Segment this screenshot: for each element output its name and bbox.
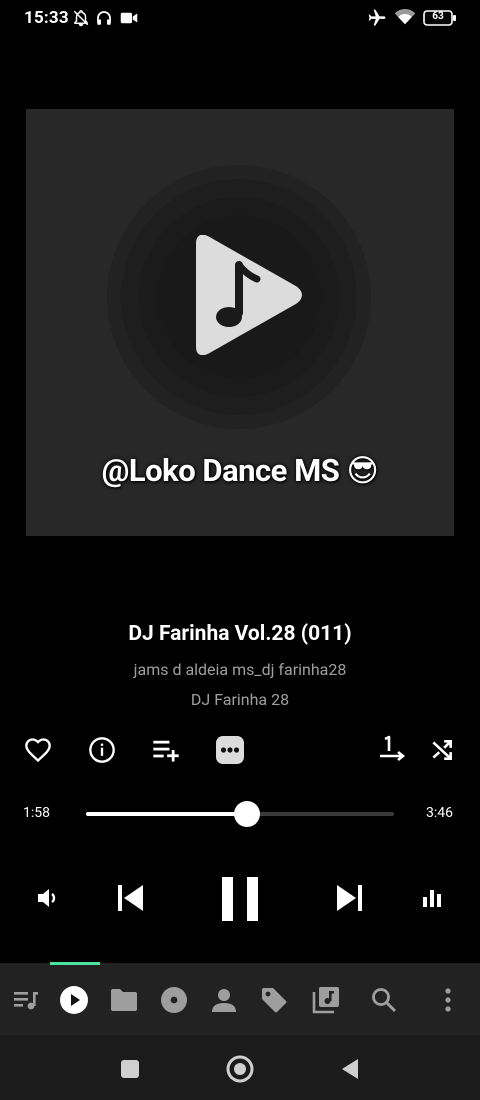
shuffle-icon (432, 740, 452, 760)
heart-icon (25, 738, 51, 763)
circle-icon (226, 1055, 254, 1083)
video-camera-icon (120, 10, 138, 26)
nav-folders[interactable] (106, 982, 142, 1018)
nav-albums[interactable] (156, 982, 192, 1018)
seek-bar-progress (86, 812, 247, 816)
track-album: DJ Farinha 28 (190, 690, 290, 709)
more-icon (216, 736, 244, 764)
repeat-one-icon (380, 735, 406, 762)
add-to-queue-icon (153, 740, 179, 762)
now-playing-icon (60, 986, 88, 1014)
queue-icon (14, 992, 38, 1010)
volume-icon (38, 889, 56, 907)
track-artist: jams d aldeia ms_dj farinha28 (133, 660, 347, 679)
volume-button[interactable] (32, 880, 64, 916)
square-icon (121, 1060, 139, 1078)
status-time: 15:33 (24, 8, 69, 28)
album-icon (161, 987, 187, 1013)
seek-bar-thumb[interactable] (233, 801, 260, 827)
home-button[interactable] (224, 1052, 256, 1086)
recents-button[interactable] (116, 1052, 144, 1086)
artist-icon (212, 989, 236, 1012)
pause-icon (222, 877, 258, 921)
seek-bar[interactable] (86, 801, 394, 827)
battery-level: 63 (432, 11, 444, 22)
search-icon (372, 988, 397, 1013)
total-time: 3:46 (426, 805, 453, 821)
elapsed-time: 1:58 (23, 805, 50, 821)
favorite-button[interactable] (20, 732, 56, 768)
album-art-caption: @Loko Dance MS 😎 (101, 452, 379, 489)
battery-icon: 63 (423, 10, 457, 26)
nav-overflow-menu[interactable] (430, 982, 466, 1018)
repeat-one-button[interactable] (374, 732, 410, 768)
back-button[interactable] (336, 1052, 364, 1086)
headphones-icon (95, 9, 113, 27)
shuffle-button[interactable] (424, 732, 460, 768)
active-tab-indicator (50, 962, 100, 965)
info-icon (89, 737, 115, 763)
nav-search[interactable] (366, 982, 402, 1018)
equalizer-button[interactable] (416, 880, 448, 916)
playlist-icon (312, 987, 339, 1014)
nav-playlists[interactable] (308, 982, 344, 1018)
overflow-menu-icon (445, 988, 451, 1012)
airplane-icon (366, 8, 388, 28)
nav-artists[interactable] (206, 982, 242, 1018)
back-triangle-icon (342, 1059, 358, 1079)
previous-icon (118, 885, 143, 911)
wifi-icon (394, 8, 416, 26)
nav-genres[interactable] (256, 982, 292, 1018)
tag-icon (262, 988, 287, 1013)
equalizer-icon (423, 890, 441, 907)
nav-now-playing[interactable] (56, 982, 92, 1018)
previous-button[interactable] (110, 876, 150, 920)
nav-queue[interactable] (8, 982, 44, 1018)
next-icon (337, 885, 362, 911)
track-title: DJ Farinha Vol.28 (011) (128, 622, 352, 646)
status-bar: 15:33 63 (0, 0, 480, 36)
pause-button[interactable] (214, 872, 266, 926)
add-to-queue-button[interactable] (148, 732, 184, 768)
music-play-icon (191, 235, 303, 355)
info-button[interactable] (84, 732, 120, 768)
folder-icon (111, 989, 137, 1011)
bell-off-icon (72, 9, 90, 27)
next-button[interactable] (330, 876, 370, 920)
more-options-button[interactable] (212, 732, 248, 768)
